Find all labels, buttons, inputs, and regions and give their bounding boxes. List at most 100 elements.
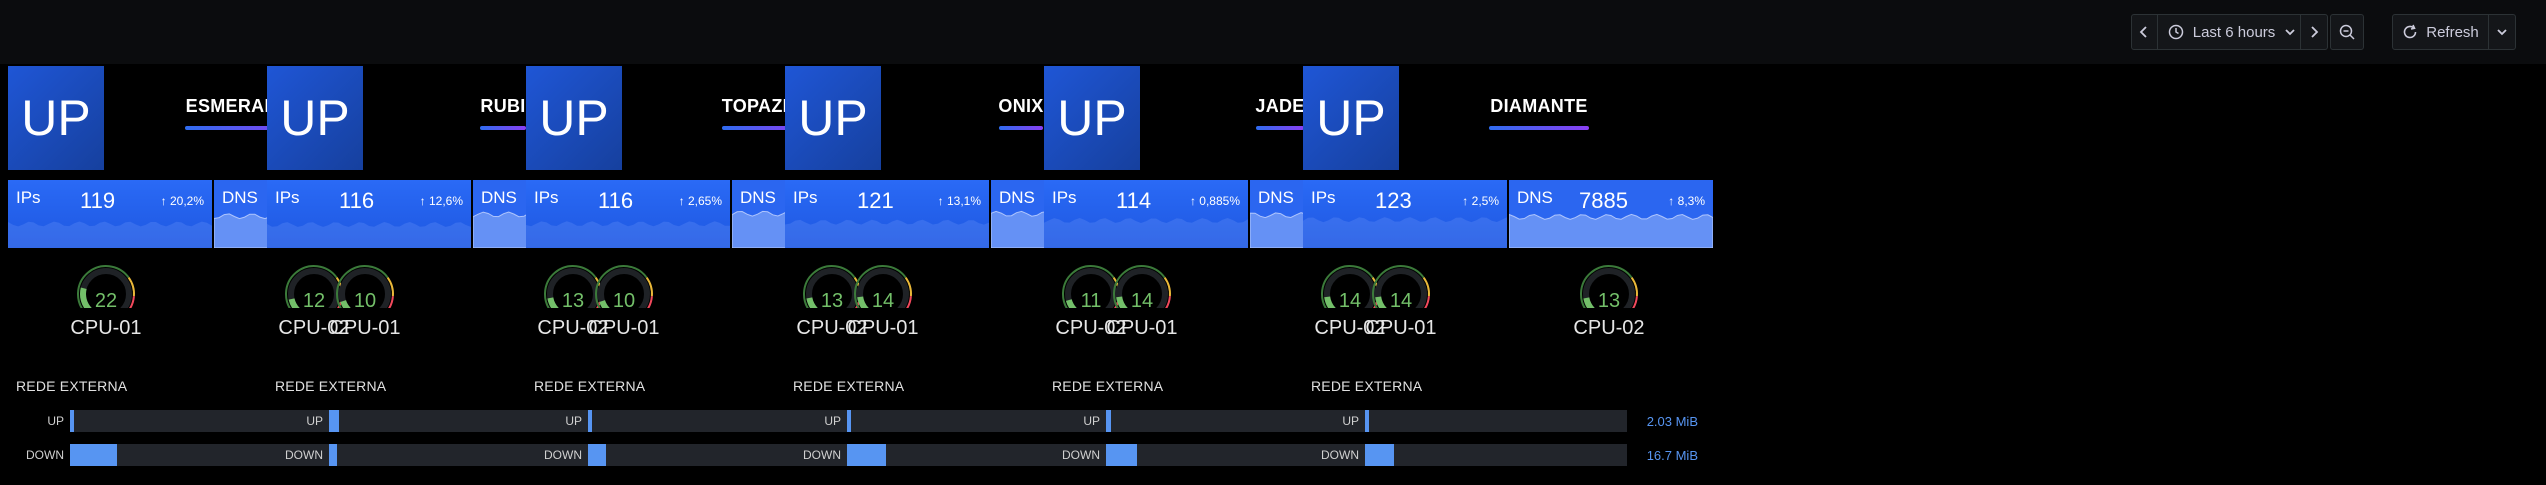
- dns-label: DNS: [1258, 188, 1294, 207]
- ips-change: ↑ 2,5%: [1462, 194, 1499, 208]
- dns-label: DNS: [222, 188, 258, 207]
- rede-up-bar: [1106, 410, 1111, 432]
- time-forward-button[interactable]: [2301, 15, 2327, 49]
- rede-up-bar: [588, 410, 592, 432]
- ips-change-value: 2,5%: [1471, 194, 1499, 208]
- ips-sparkline-area: [1044, 218, 1248, 248]
- time-range-picker[interactable]: Last 6 hours: [2158, 15, 2302, 49]
- status-value: UP: [1057, 90, 1127, 146]
- refresh-interval-dropdown[interactable]: [2489, 15, 2515, 49]
- cpu-name: CPU-01: [70, 317, 142, 339]
- status-up-stat[interactable]: UP: [1044, 66, 1140, 170]
- ips-value: 123: [1375, 188, 1412, 213]
- rede-externa-title: REDE EXTERNA: [275, 378, 387, 394]
- trend-arrow-icon: ↑: [937, 194, 944, 208]
- dns-change-value: 8,3%: [1677, 194, 1705, 208]
- rede-externa-title: REDE EXTERNA: [1311, 378, 1423, 394]
- ips-sparkline-area: [526, 221, 730, 248]
- ips-change: ↑ 13,1%: [938, 194, 981, 208]
- rede-up-bar: [329, 410, 339, 432]
- server-name-underline: [1489, 126, 1589, 130]
- rede-up-bar: [70, 410, 74, 432]
- ips-value: 116: [339, 188, 375, 213]
- time-range-group: Last 6 hours: [2131, 14, 2328, 50]
- status-up-stat[interactable]: UP: [8, 66, 104, 170]
- rede-down-row[interactable]: DOWN 16.7 MiB: [1299, 444, 1712, 466]
- chevron-down-icon: [2285, 29, 2295, 36]
- zoom-out-icon: [2339, 24, 2355, 40]
- status-up-stat[interactable]: UP: [526, 66, 622, 170]
- ips-value: 121: [857, 188, 894, 213]
- rede-up-label: UP: [1083, 414, 1100, 428]
- time-back-button[interactable]: [2132, 15, 2158, 49]
- rede-down-bar: [588, 444, 606, 466]
- dns-label: DNS: [1517, 188, 1553, 207]
- refresh-button[interactable]: Refresh: [2393, 15, 2489, 49]
- status-value: UP: [539, 90, 609, 146]
- chevron-down-icon: [2497, 29, 2507, 36]
- cpu-gauge[interactable]: 10 CPU-01: [305, 260, 425, 350]
- ips-label: IPs: [1052, 188, 1077, 207]
- rede-up-bar: [847, 410, 851, 432]
- rede-externa-title: REDE EXTERNA: [16, 378, 128, 394]
- rede-down-label: DOWN: [544, 448, 582, 462]
- rede-externa-title: REDE EXTERNA: [1052, 378, 1164, 394]
- rede-externa-title: REDE EXTERNA: [793, 378, 905, 394]
- server-name-underline: [1256, 126, 1304, 130]
- cpu-value: 14: [1130, 290, 1154, 312]
- trend-arrow-icon: ↑: [1189, 194, 1196, 208]
- dns-stat[interactable]: DNS 7885 ↑ 8,3%: [1509, 180, 1713, 248]
- chevron-left-icon: [2140, 26, 2147, 38]
- status-value: UP: [280, 90, 350, 146]
- rede-up-value: 2.03 MiB: [1646, 414, 1698, 429]
- cpu-value: 13: [1597, 290, 1621, 312]
- ips-stat[interactable]: IPs 123 ↑ 2,5%: [1303, 180, 1507, 248]
- server-name-underline: [999, 126, 1043, 130]
- rede-up-track: [1365, 410, 1627, 432]
- rede-down-bar: [1106, 444, 1137, 466]
- rede-down-bar: [70, 444, 117, 466]
- rede-up-row[interactable]: UP 2.03 MiB: [1299, 410, 1712, 432]
- ips-change-value: 2,65%: [687, 194, 722, 208]
- rede-down-bar: [329, 444, 337, 466]
- ips-stat[interactable]: IPs 121 ↑ 13,1%: [785, 180, 989, 248]
- ips-sparkline-area: [1303, 217, 1507, 248]
- ips-value: 119: [80, 188, 116, 213]
- cpu-gauge[interactable]: 22 CPU-01: [46, 260, 166, 350]
- ips-stat[interactable]: IPs 116 ↑ 2,65%: [526, 180, 730, 248]
- cpu-gauge[interactable]: 14 CPU-01: [823, 260, 943, 350]
- rede-down-bar: [1365, 444, 1394, 466]
- cpu-gauge[interactable]: 14 CPU-01: [1082, 260, 1202, 350]
- ips-label: IPs: [1311, 188, 1336, 207]
- status-up-stat[interactable]: UP: [785, 66, 881, 170]
- ips-change-value: 20,2%: [169, 194, 204, 208]
- rede-up-label: UP: [47, 414, 64, 428]
- dns-value: 7885: [1579, 188, 1628, 213]
- cpu-name: CPU-02: [1573, 317, 1645, 339]
- server-panel-diamante: UP DIAMANTE IPs 123 ↑ 2,5% DNS 7885 ↑ 8,…: [1299, 64, 1713, 485]
- ips-stat[interactable]: IPs 114 ↑ 0,885%: [1044, 180, 1248, 248]
- ips-stat[interactable]: IPs 119 ↑ 20,2%: [8, 180, 212, 248]
- ips-change: ↑ 12,6%: [420, 194, 463, 208]
- ips-label: IPs: [16, 188, 41, 207]
- ips-value: 114: [1116, 188, 1152, 213]
- rede-up-label: UP: [1342, 414, 1359, 428]
- ips-stat[interactable]: IPs 116 ↑ 12,6%: [267, 180, 471, 248]
- cpu-gauge[interactable]: 10 CPU-01: [564, 260, 684, 350]
- ips-sparkline-area: [8, 221, 212, 248]
- trend-arrow-icon: ↑: [678, 194, 685, 208]
- trend-arrow-icon: ↑: [160, 194, 167, 208]
- cpu-gauge[interactable]: 13 CPU-02: [1549, 260, 1669, 350]
- server-name-underline: [480, 126, 526, 130]
- status-up-stat[interactable]: UP: [267, 66, 363, 170]
- refresh-label: Refresh: [2426, 23, 2479, 41]
- status-up-stat[interactable]: UP: [1303, 66, 1399, 170]
- refresh-icon: [2403, 24, 2417, 39]
- ips-change-value: 13,1%: [946, 194, 981, 208]
- ips-label: IPs: [793, 188, 818, 207]
- rede-down-value: 16.7 MiB: [1646, 448, 1698, 463]
- zoom-out-button[interactable]: [2331, 15, 2363, 49]
- ips-change: ↑ 2,65%: [679, 194, 722, 208]
- status-value: UP: [798, 90, 868, 146]
- cpu-gauge[interactable]: 14 CPU-01: [1341, 260, 1461, 350]
